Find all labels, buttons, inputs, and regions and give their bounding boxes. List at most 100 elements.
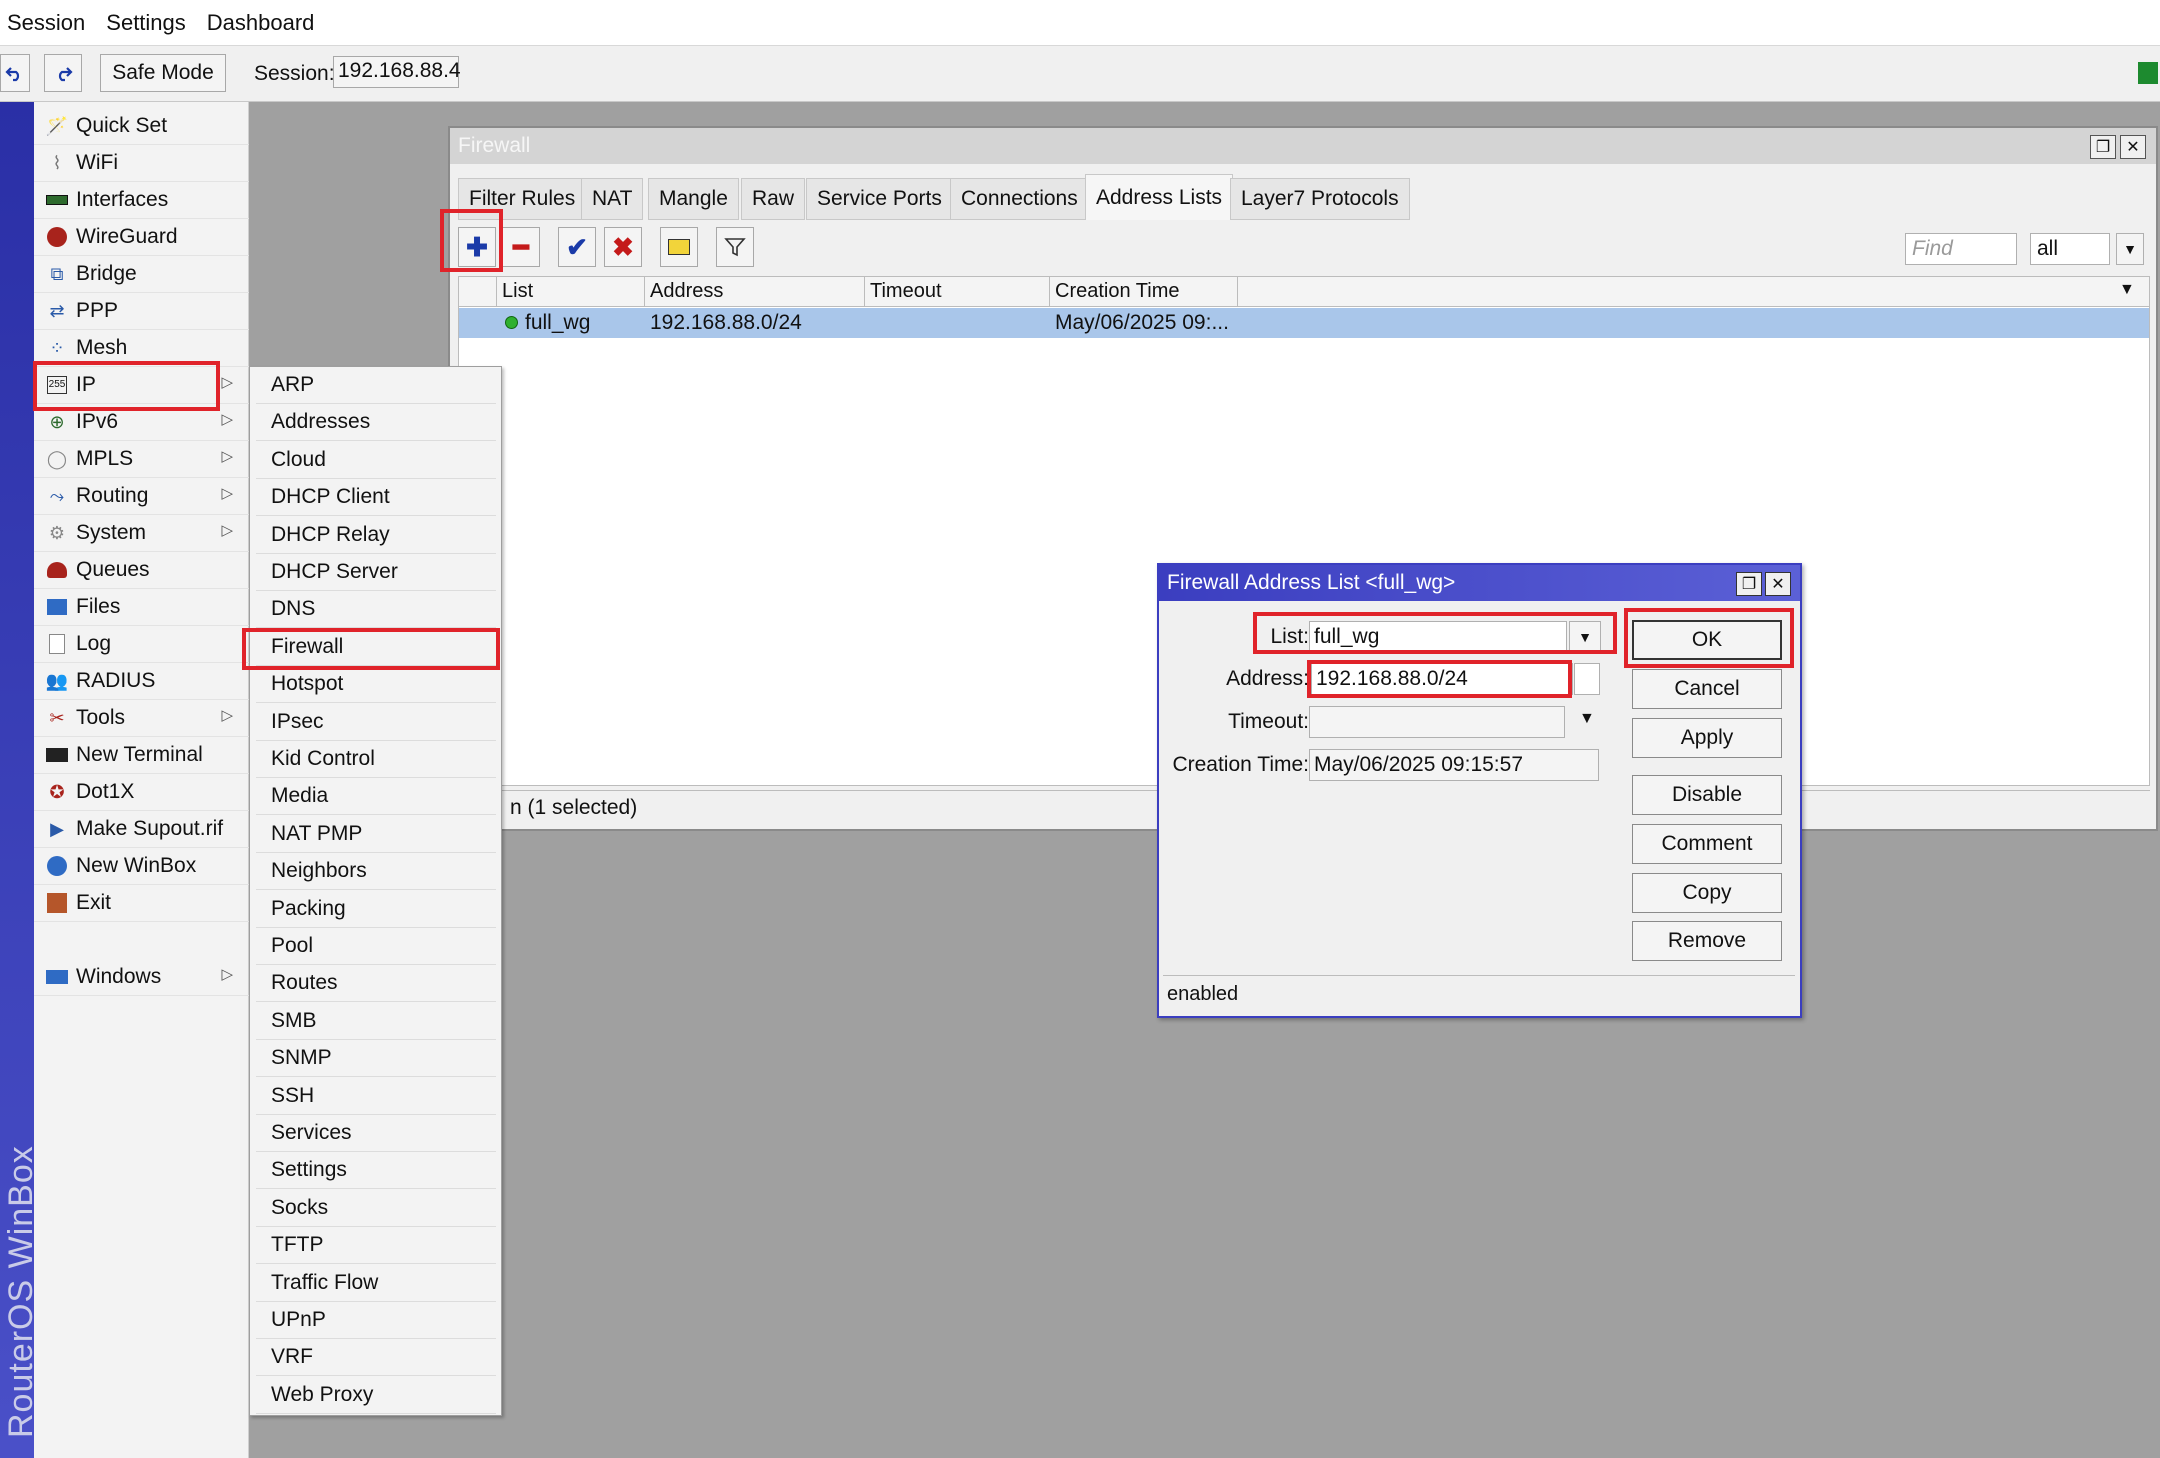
submenu-item-settings[interactable]: Settings (256, 1152, 496, 1190)
address-field[interactable]: 192.168.88.0/24 (1311, 663, 1573, 695)
table-row[interactable]: full_wg 192.168.88.0/24 May/06/2025 09:.… (459, 308, 2149, 338)
nav-item-ip[interactable]: 255 IP ▷ (34, 367, 249, 404)
submenu-item-services[interactable]: Services (256, 1115, 496, 1152)
nav-item-bridge[interactable]: ⧉ Bridge (34, 256, 249, 293)
submenu-item-kid-control[interactable]: Kid Control (256, 741, 496, 778)
columns-menu-icon[interactable]: ▼ (2119, 281, 2135, 299)
column-header-creation-time[interactable]: Creation Time (1050, 277, 1238, 307)
nav-item-quick-set[interactable]: 🪄 Quick Set (34, 108, 249, 145)
submenu-item-upnp[interactable]: UPnP (256, 1302, 496, 1339)
submenu-item-neighbors[interactable]: Neighbors (256, 853, 496, 891)
submenu-item-hotspot[interactable]: Hotspot (256, 666, 496, 704)
nav-item-interfaces[interactable]: Interfaces (34, 182, 249, 219)
filter-icon[interactable] (716, 227, 754, 267)
nav-item-ipv6[interactable]: ⊕ IPv6 ▷ (34, 404, 249, 441)
nav-item-system[interactable]: ⚙ System ▷ (34, 515, 249, 552)
tab-filter-rules[interactable]: Filter Rules (458, 178, 587, 220)
submenu-item-dhcp-relay[interactable]: DHCP Relay (256, 517, 496, 554)
nav-item-radius[interactable]: 👥 RADIUS (34, 663, 249, 700)
remove-icon[interactable]: ━ (502, 227, 540, 267)
submenu-item-addresses[interactable]: Addresses (256, 404, 496, 442)
column-header-address[interactable]: Address (645, 277, 865, 307)
nav-item-ppp[interactable]: ⇄ PPP (34, 293, 249, 330)
add-icon[interactable]: ✚ (458, 227, 496, 267)
nav-item-exit[interactable]: Exit (34, 885, 249, 922)
submenu-item-media[interactable]: Media (256, 778, 496, 816)
column-header-timeout[interactable]: Timeout (865, 277, 1050, 307)
tab-nat[interactable]: NAT (581, 178, 644, 220)
apply-button[interactable]: Apply (1632, 718, 1782, 758)
nav-item-windows[interactable]: Windows ▷ (34, 959, 249, 996)
submenu-item-packing[interactable]: Packing (256, 891, 496, 928)
submenu-item-socks[interactable]: Socks (256, 1190, 496, 1227)
disable-icon[interactable]: ✖ (604, 227, 642, 267)
comment-icon[interactable] (660, 227, 698, 267)
enable-icon[interactable]: ✔ (558, 227, 596, 267)
timeout-field[interactable] (1309, 706, 1565, 738)
nav-item-new-terminal[interactable]: New Terminal (34, 737, 249, 774)
tab-service-ports[interactable]: Service Ports (806, 178, 953, 220)
list-dropdown-icon[interactable]: ▼ (1569, 621, 1601, 653)
nav-item-mesh[interactable]: ⁘ Mesh (34, 330, 249, 367)
tab-raw[interactable]: Raw (741, 178, 806, 220)
submenu-item-traffic-flow[interactable]: Traffic Flow (256, 1265, 496, 1302)
nav-item-files[interactable]: Files (34, 589, 249, 626)
gear-icon: ⚙ (48, 522, 66, 543)
column-header-list[interactable]: List (497, 277, 645, 307)
submenu-item-vrf[interactable]: VRF (256, 1339, 496, 1377)
comment-button[interactable]: Comment (1632, 824, 1782, 864)
close-icon[interactable]: ✕ (1765, 572, 1791, 596)
tab-connections[interactable]: Connections (950, 178, 1089, 220)
menu-settings[interactable]: Settings (99, 10, 200, 36)
submenu-item-dhcp-client[interactable]: DHCP Client (256, 479, 496, 517)
copy-button[interactable]: Copy (1632, 873, 1782, 913)
safe-mode-button[interactable]: Safe Mode (100, 54, 226, 92)
nav-item-log[interactable]: Log (34, 626, 249, 663)
submenu-item-web-proxy[interactable]: Web Proxy (256, 1377, 496, 1414)
submenu-item-dhcp-server[interactable]: DHCP Server (256, 554, 496, 591)
chevron-down-icon[interactable]: ▼ (2116, 233, 2144, 265)
find-input[interactable]: Find (1905, 233, 2017, 265)
nav-item-tools[interactable]: ✂ Tools ▷ (34, 700, 249, 737)
address-extra-field[interactable] (1574, 663, 1600, 695)
maximize-icon[interactable]: ❐ (1736, 572, 1762, 596)
nav-item-wifi[interactable]: ⌇ WiFi (34, 145, 249, 182)
chevron-down-icon[interactable]: ▼ (1579, 710, 1595, 728)
cancel-button[interactable]: Cancel (1632, 669, 1782, 709)
undo-icon[interactable] (0, 54, 30, 92)
tab-layer7-protocols[interactable]: Layer7 Protocols (1230, 178, 1410, 220)
nav-item-wireguard[interactable]: WireGuard (34, 219, 249, 256)
close-icon[interactable]: ✕ (2120, 135, 2146, 159)
list-field[interactable]: full_wg (1309, 621, 1567, 653)
submenu-item-ipsec[interactable]: IPsec (256, 704, 496, 741)
session-field[interactable]: 192.168.88.4 (333, 56, 461, 88)
submenu-item-nat-pmp[interactable]: NAT PMP (256, 816, 496, 853)
maximize-icon[interactable]: ❐ (2090, 135, 2116, 159)
nav-item-routing[interactable]: ⤳ Routing ▷ (34, 478, 249, 515)
submenu-item-pool[interactable]: Pool (256, 928, 496, 965)
nav-item-dot1x[interactable]: ✪ Dot1X (34, 774, 249, 811)
filter-select[interactable]: all (2030, 233, 2110, 265)
remove-button[interactable]: Remove (1632, 921, 1782, 961)
submenu-item-routes[interactable]: Routes (256, 965, 496, 1003)
submenu-item-ssh[interactable]: SSH (256, 1078, 496, 1115)
tab-address-lists[interactable]: Address Lists (1085, 174, 1234, 220)
submenu-item-cloud[interactable]: Cloud (256, 442, 496, 479)
nav-item-mpls[interactable]: ◯ MPLS ▷ (34, 441, 249, 478)
submenu-item-tftp[interactable]: TFTP (256, 1227, 496, 1265)
submenu-item-firewall[interactable]: Firewall (256, 629, 496, 666)
menu-dashboard[interactable]: Dashboard (200, 10, 329, 36)
tab-mangle[interactable]: Mangle (648, 178, 739, 220)
nav-item-queues[interactable]: Queues (34, 552, 249, 589)
nav-item-make-supout[interactable]: ▶ Make Supout.rif (34, 811, 249, 848)
menu-session[interactable]: Session (0, 10, 99, 36)
submenu-item-smb[interactable]: SMB (256, 1003, 496, 1040)
disable-button[interactable]: Disable (1632, 775, 1782, 815)
submenu-item-arp[interactable]: ARP (256, 367, 496, 404)
terminal-icon (42, 743, 72, 767)
submenu-item-snmp[interactable]: SNMP (256, 1040, 496, 1078)
redo-icon[interactable] (44, 54, 82, 92)
submenu-item-dns[interactable]: DNS (256, 591, 496, 629)
ok-button[interactable]: OK (1632, 620, 1782, 660)
nav-item-new-winbox[interactable]: New WinBox (34, 848, 249, 885)
